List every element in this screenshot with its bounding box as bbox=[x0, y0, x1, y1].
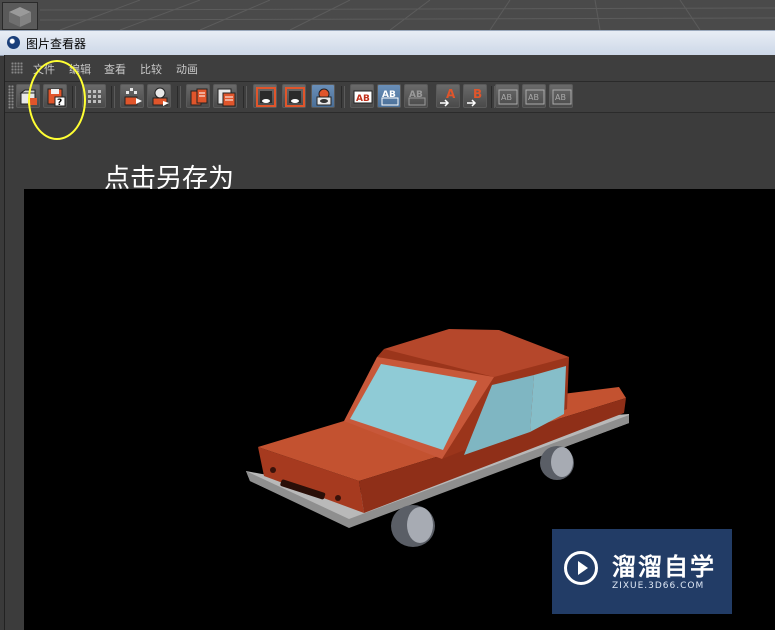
ab-icon: AB bbox=[353, 90, 373, 104]
toolbar-separator bbox=[72, 86, 76, 108]
viewport-header-strip bbox=[0, 0, 775, 30]
open-icon bbox=[19, 89, 37, 105]
window-title-bar[interactable]: 图片查看器 bbox=[0, 30, 775, 56]
import-icon bbox=[124, 88, 142, 106]
set-b-button[interactable]: B bbox=[463, 84, 487, 108]
toolbar: ? AB AB AB A B AB AB AB bbox=[5, 82, 775, 113]
open-button[interactable] bbox=[16, 84, 40, 108]
ab-split-icon: AB bbox=[381, 90, 399, 106]
compare-3-button[interactable]: AB bbox=[549, 84, 573, 108]
watermark-badge: 溜溜自学 ZIXUE.3D66.COM bbox=[552, 529, 732, 614]
export-icon bbox=[152, 87, 169, 106]
toolbar-separator bbox=[243, 86, 247, 108]
ab-ghost-icon: AB bbox=[408, 90, 426, 106]
menu-view[interactable]: 查看 bbox=[104, 61, 126, 77]
ab-ghost-button[interactable]: AB bbox=[404, 84, 428, 108]
compare-1-icon: AB bbox=[498, 89, 518, 105]
compare-2-icon: AB bbox=[525, 89, 545, 105]
view-ab-icon bbox=[316, 88, 332, 106]
set-a-icon: A bbox=[440, 87, 456, 107]
copy-icon bbox=[190, 88, 208, 106]
perspective-grid bbox=[39, 0, 775, 30]
import-button[interactable] bbox=[120, 84, 144, 108]
play-logo-icon bbox=[564, 551, 598, 585]
ab-split-button[interactable]: AB bbox=[377, 84, 401, 108]
toolbar-separator bbox=[341, 86, 345, 108]
ab-button[interactable]: AB bbox=[350, 84, 374, 108]
compare-3-icon: AB bbox=[552, 89, 572, 105]
menu-bar: 文件 编辑 查看 比较 动画 bbox=[5, 55, 775, 82]
menu-compare[interactable]: 比较 bbox=[140, 61, 162, 77]
save-as-icon: ? bbox=[47, 88, 66, 108]
copy-button[interactable] bbox=[186, 84, 210, 108]
toolbar-separator bbox=[111, 86, 115, 108]
app-logo-icon bbox=[7, 36, 20, 49]
svg-text:B: B bbox=[473, 87, 482, 101]
view-b-icon bbox=[285, 87, 305, 107]
set-a-button[interactable]: A bbox=[436, 84, 460, 108]
view-a-button[interactable] bbox=[253, 84, 277, 108]
toolbar-separator bbox=[177, 86, 181, 108]
export-button[interactable] bbox=[147, 84, 171, 108]
watermark-title: 溜溜自学 bbox=[612, 553, 716, 581]
view-b-button[interactable] bbox=[282, 84, 306, 108]
save-as-button[interactable]: ? bbox=[43, 84, 67, 108]
menu-animation[interactable]: 动画 bbox=[176, 61, 198, 77]
compare-1-button[interactable]: AB bbox=[495, 84, 519, 108]
svg-text:AB: AB bbox=[528, 93, 539, 102]
set-b-icon: B bbox=[467, 87, 482, 107]
menu-file[interactable]: 文件 bbox=[33, 61, 55, 77]
menu-edit[interactable]: 编辑 bbox=[69, 61, 91, 77]
svg-text:A: A bbox=[446, 87, 456, 101]
compare-2-button[interactable]: AB bbox=[522, 84, 546, 108]
svg-text:?: ? bbox=[57, 98, 62, 108]
toolbar-grip-icon[interactable] bbox=[8, 85, 14, 109]
cube-icon[interactable] bbox=[2, 2, 38, 30]
view-ab-button[interactable] bbox=[311, 84, 335, 108]
channels-icon bbox=[88, 90, 101, 103]
svg-text:AB: AB bbox=[501, 93, 512, 102]
channels-button[interactable] bbox=[82, 84, 106, 108]
layers-icon bbox=[217, 88, 236, 107]
watermark-url: ZIXUE.3D66.COM bbox=[612, 581, 705, 591]
menu-grip-icon[interactable] bbox=[11, 62, 23, 74]
svg-text:AB: AB bbox=[555, 93, 566, 102]
view-a-icon bbox=[256, 87, 276, 107]
layers-button[interactable] bbox=[213, 84, 237, 108]
window-title: 图片查看器 bbox=[26, 37, 87, 51]
svg-text:AB: AB bbox=[356, 94, 370, 104]
